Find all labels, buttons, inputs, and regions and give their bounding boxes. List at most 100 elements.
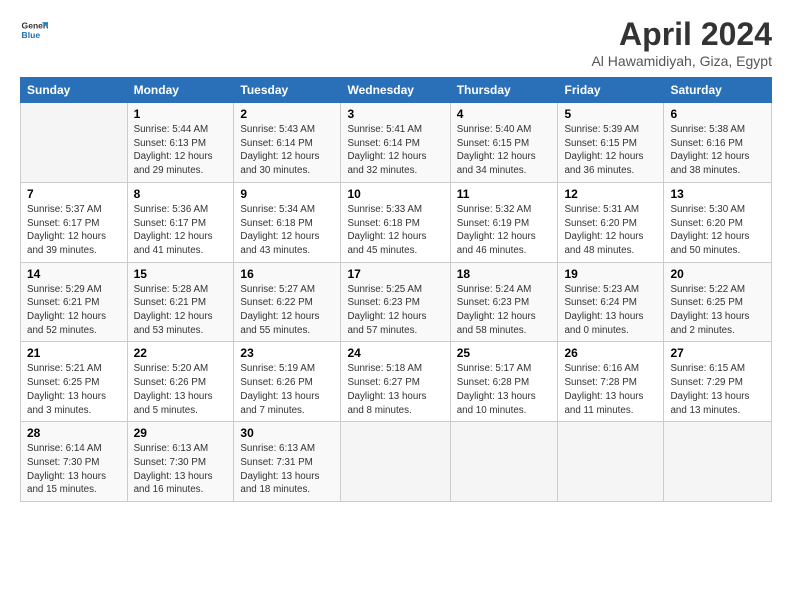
day-info: Sunrise: 6:16 AMSunset: 7:28 PMDaylight:…: [564, 362, 657, 417]
table-row: [21, 103, 128, 183]
day-info: Sunrise: 5:19 AMSunset: 6:26 PMDaylight:…: [240, 362, 334, 417]
day-info: Sunrise: 5:40 AMSunset: 6:15 PMDaylight:…: [457, 123, 552, 178]
month-title: April 2024: [591, 16, 772, 53]
day-number: 22: [134, 346, 228, 360]
day-info: Sunrise: 5:44 AMSunset: 6:13 PMDaylight:…: [134, 123, 228, 178]
day-info: Sunrise: 5:39 AMSunset: 6:15 PMDaylight:…: [564, 123, 657, 178]
day-number: 20: [670, 267, 765, 281]
table-row: 8 Sunrise: 5:36 AMSunset: 6:17 PMDaylight…: [127, 182, 234, 262]
day-number: 4: [457, 107, 552, 121]
col-tuesday: Tuesday: [234, 78, 341, 103]
day-number: 16: [240, 267, 334, 281]
day-number: 2: [240, 107, 334, 121]
day-info: Sunrise: 5:43 AMSunset: 6:14 PMDaylight:…: [240, 123, 334, 178]
day-number: 7: [27, 187, 121, 201]
table-row: 20 Sunrise: 5:22 AMSunset: 6:25 PMDayligh…: [664, 262, 772, 342]
day-number: 27: [670, 346, 765, 360]
table-row: 6Sunrise: 5:38 AMSunset: 6:16 PMDaylight…: [664, 103, 772, 183]
table-row: 22Sunrise: 5:20 AMSunset: 6:26 PMDayligh…: [127, 342, 234, 422]
day-info: Sunrise: 6:13 AMSunset: 7:30 PMDaylight:…: [134, 442, 228, 497]
table-row: 3 Sunrise: 5:41 AMSunset: 6:14 PMDaylight…: [341, 103, 450, 183]
day-number: 17: [347, 267, 443, 281]
table-row: [341, 422, 450, 502]
day-info: Sunrise: 5:38 AMSunset: 6:16 PMDaylight:…: [670, 123, 765, 178]
day-info: Sunrise: 5:31 AMSunset: 6:20 PMDaylight:…: [564, 203, 657, 258]
day-info: Sunrise: 5:41 AMSunset: 6:14 PMDaylight:…: [347, 123, 443, 178]
day-number: 28: [27, 426, 121, 440]
calendar-body: 1 Sunrise: 5:44 AMSunset: 6:13 PMDaylight…: [21, 103, 772, 502]
table-row: 16 Sunrise: 5:27 AMSunset: 6:22 PMDayligh…: [234, 262, 341, 342]
day-info: Sunrise: 5:29 AMSunset: 6:21 PMDaylight:…: [27, 283, 121, 338]
table-row: 15Sunrise: 5:28 AMSunset: 6:21 PMDayligh…: [127, 262, 234, 342]
title-block: April 2024 Al Hawamidiyah, Giza, Egypt: [591, 16, 772, 69]
table-row: 11 Sunrise: 5:32 AMSunset: 6:19 PMDayligh…: [450, 182, 558, 262]
table-row: 26 Sunrise: 6:16 AMSunset: 7:28 PMDayligh…: [558, 342, 664, 422]
col-wednesday: Wednesday: [341, 78, 450, 103]
day-info: Sunrise: 5:18 AMSunset: 6:27 PMDaylight:…: [347, 362, 443, 417]
table-row: 28 Sunrise: 6:14 AMSunset: 7:30 PMDayligh…: [21, 422, 128, 502]
day-number: 29: [134, 426, 228, 440]
table-row: 1 Sunrise: 5:44 AMSunset: 6:13 PMDaylight…: [127, 103, 234, 183]
day-info: Sunrise: 5:33 AMSunset: 6:18 PMDaylight:…: [347, 203, 443, 258]
logo-icon: General Blue: [20, 16, 48, 44]
table-row: 19Sunrise: 5:23 AMSunset: 6:24 PMDayligh…: [558, 262, 664, 342]
day-number: 3: [347, 107, 443, 121]
col-monday: Monday: [127, 78, 234, 103]
table-row: [450, 422, 558, 502]
table-row: 29 Sunrise: 6:13 AMSunset: 7:30 PMDayligh…: [127, 422, 234, 502]
table-row: 13 Sunrise: 5:30 AMSunset: 6:20 PMDayligh…: [664, 182, 772, 262]
day-info: Sunrise: 5:17 AMSunset: 6:28 PMDaylight:…: [457, 362, 552, 417]
day-number: 12: [564, 187, 657, 201]
day-number: 25: [457, 346, 552, 360]
day-info: Sunrise: 5:32 AMSunset: 6:19 PMDaylight:…: [457, 203, 552, 258]
day-number: 5: [564, 107, 657, 121]
main-container: General Blue April 2024 Al Hawamidiyah, …: [0, 0, 792, 512]
table-row: 18Sunrise: 5:24 AMSunset: 6:23 PMDayligh…: [450, 262, 558, 342]
day-info: Sunrise: 5:23 AMSunset: 6:24 PMDaylight:…: [564, 283, 657, 338]
table-row: 21 Sunrise: 5:21 AMSunset: 6:25 PMDayligh…: [21, 342, 128, 422]
day-number: 21: [27, 346, 121, 360]
table-row: 30Sunrise: 6:13 AMSunset: 7:31 PMDayligh…: [234, 422, 341, 502]
table-row: 14 Sunrise: 5:29 AMSunset: 6:21 PMDayligh…: [21, 262, 128, 342]
day-number: 14: [27, 267, 121, 281]
table-row: 4 Sunrise: 5:40 AMSunset: 6:15 PMDaylight…: [450, 103, 558, 183]
table-row: 5 Sunrise: 5:39 AMSunset: 6:15 PMDaylight…: [558, 103, 664, 183]
day-number: 18: [457, 267, 552, 281]
location: Al Hawamidiyah, Giza, Egypt: [591, 53, 772, 69]
day-info: Sunrise: 5:22 AMSunset: 6:25 PMDaylight:…: [670, 283, 765, 338]
header-row: General Blue April 2024 Al Hawamidiyah, …: [20, 16, 772, 69]
day-number: 26: [564, 346, 657, 360]
day-info: Sunrise: 6:13 AMSunset: 7:31 PMDaylight:…: [240, 442, 334, 497]
day-number: 13: [670, 187, 765, 201]
table-row: 9Sunrise: 5:34 AMSunset: 6:18 PMDaylight…: [234, 182, 341, 262]
day-info: Sunrise: 5:25 AMSunset: 6:23 PMDaylight:…: [347, 283, 443, 338]
day-info: Sunrise: 5:28 AMSunset: 6:21 PMDaylight:…: [134, 283, 228, 338]
col-sunday: Sunday: [21, 78, 128, 103]
day-info: Sunrise: 5:36 AMSunset: 6:17 PMDaylight:…: [134, 203, 228, 258]
day-number: 1: [134, 107, 228, 121]
table-row: 25 Sunrise: 5:17 AMSunset: 6:28 PMDayligh…: [450, 342, 558, 422]
day-number: 24: [347, 346, 443, 360]
table-row: 10Sunrise: 5:33 AMSunset: 6:18 PMDayligh…: [341, 182, 450, 262]
day-number: 23: [240, 346, 334, 360]
day-info: Sunrise: 6:15 AMSunset: 7:29 PMDaylight:…: [670, 362, 765, 417]
svg-text:Blue: Blue: [22, 30, 41, 40]
col-thursday: Thursday: [450, 78, 558, 103]
day-info: Sunrise: 5:34 AMSunset: 6:18 PMDaylight:…: [240, 203, 334, 258]
col-saturday: Saturday: [664, 78, 772, 103]
day-info: Sunrise: 5:21 AMSunset: 6:25 PMDaylight:…: [27, 362, 121, 417]
col-friday: Friday: [558, 78, 664, 103]
day-info: Sunrise: 5:37 AMSunset: 6:17 PMDaylight:…: [27, 203, 121, 258]
day-number: 11: [457, 187, 552, 201]
logo: General Blue: [20, 16, 48, 44]
day-info: Sunrise: 5:27 AMSunset: 6:22 PMDaylight:…: [240, 283, 334, 338]
day-info: Sunrise: 5:30 AMSunset: 6:20 PMDaylight:…: [670, 203, 765, 258]
table-row: 7 Sunrise: 5:37 AMSunset: 6:17 PMDaylight…: [21, 182, 128, 262]
calendar-table: Sunday Monday Tuesday Wednesday Thursday…: [20, 77, 772, 502]
table-row: 12 Sunrise: 5:31 AMSunset: 6:20 PMDayligh…: [558, 182, 664, 262]
table-row: 24 Sunrise: 5:18 AMSunset: 6:27 PMDayligh…: [341, 342, 450, 422]
day-info: Sunrise: 6:14 AMSunset: 7:30 PMDaylight:…: [27, 442, 121, 497]
table-row: 27 Sunrise: 6:15 AMSunset: 7:29 PMDayligh…: [664, 342, 772, 422]
table-row: [664, 422, 772, 502]
day-number: 8: [134, 187, 228, 201]
